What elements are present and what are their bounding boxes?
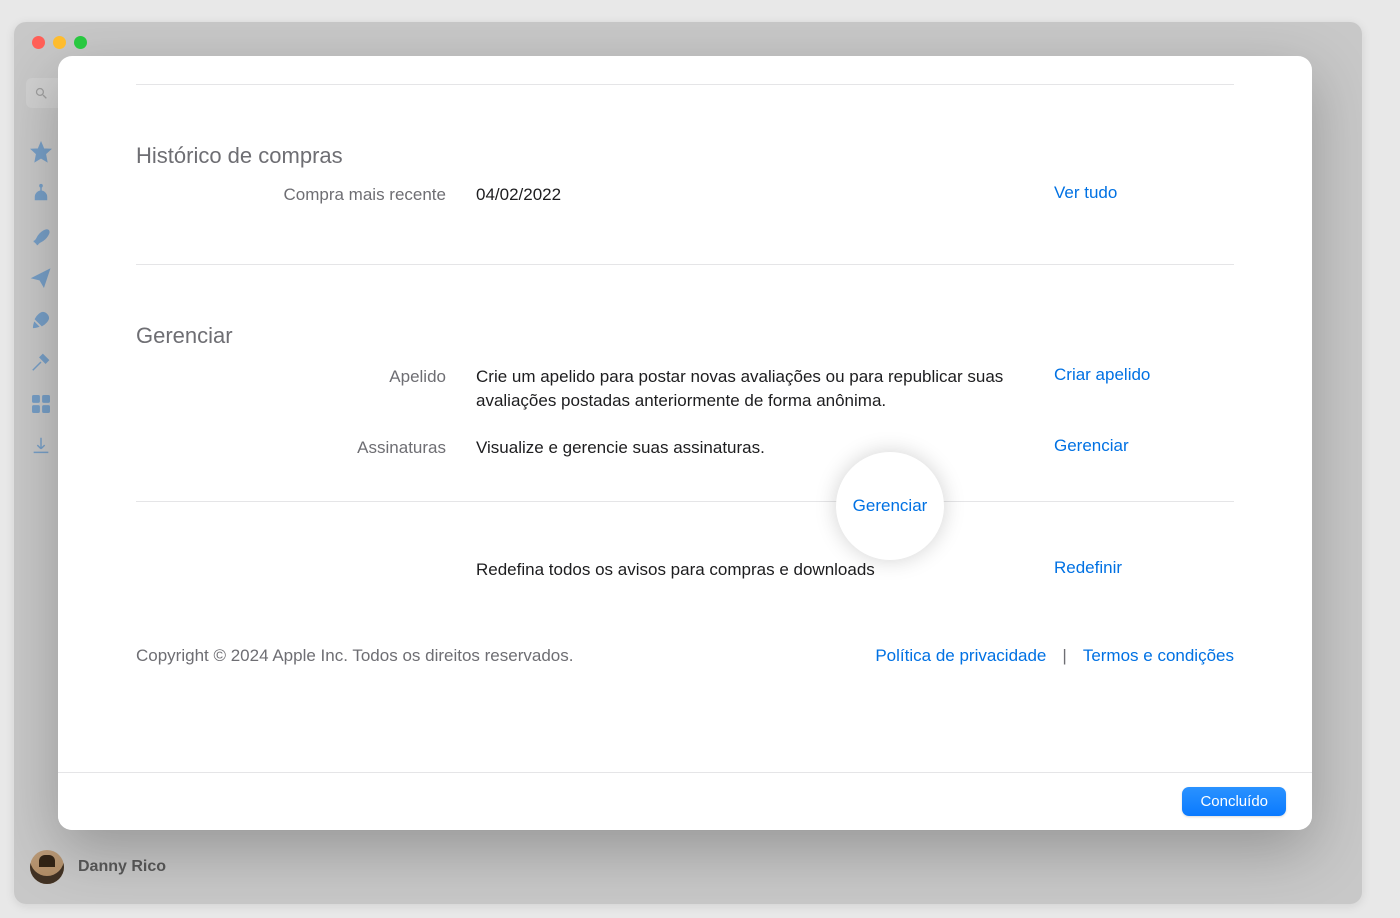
- modal-footer-row: Copyright © 2024 Apple Inc. Todos os dir…: [136, 604, 1234, 694]
- recent-purchase-label: Compra mais recente: [136, 183, 446, 205]
- window-controls: [32, 36, 87, 49]
- create-nickname-link[interactable]: Criar apelido: [1054, 365, 1234, 385]
- reset-spacer: [136, 558, 446, 560]
- modal-scroll-area[interactable]: Histórico de compras Compra mais recente…: [58, 56, 1312, 772]
- manage-title: Gerenciar: [136, 323, 1234, 349]
- close-window-button[interactable]: [32, 36, 45, 49]
- footer-separator: |: [1062, 646, 1066, 666]
- modal-action-bar: Concluído: [58, 772, 1312, 830]
- nickname-description: Crie um apelido para postar novas avalia…: [476, 365, 1024, 414]
- app-window: Danny Rico Histórico de compras Compra m…: [14, 22, 1362, 904]
- reset-section: Redefina todos os avisos para compras e …: [136, 502, 1234, 605]
- copyright-text: Copyright © 2024 Apple Inc. Todos os dir…: [136, 646, 573, 666]
- subscriptions-label: Assinaturas: [136, 436, 446, 458]
- minimize-window-button[interactable]: [53, 36, 66, 49]
- manage-section: Gerenciar Apelido Crie um apelido para p…: [136, 265, 1234, 501]
- purchase-history-title: Histórico de compras: [136, 143, 1234, 169]
- purchase-history-section: Histórico de compras Compra mais recente…: [136, 85, 1234, 264]
- nickname-label: Apelido: [136, 365, 446, 387]
- see-all-link[interactable]: Ver tudo: [1054, 183, 1234, 203]
- footer-links: Política de privacidade | Termos e condi…: [875, 646, 1234, 666]
- subscriptions-description: Visualize e gerencie suas assinaturas.: [476, 436, 1024, 461]
- done-button[interactable]: Concluído: [1182, 787, 1286, 816]
- terms-link[interactable]: Termos e condições: [1083, 646, 1234, 666]
- manage-subscriptions-link[interactable]: Gerenciar: [1054, 436, 1234, 456]
- fullscreen-window-button[interactable]: [74, 36, 87, 49]
- recent-purchase-value: 04/02/2022: [476, 183, 1024, 208]
- reset-link[interactable]: Redefinir: [1054, 558, 1234, 578]
- account-modal: Histórico de compras Compra mais recente…: [58, 56, 1312, 830]
- reset-description: Redefina todos os avisos para compras e …: [476, 558, 1024, 583]
- privacy-policy-link[interactable]: Política de privacidade: [875, 646, 1046, 666]
